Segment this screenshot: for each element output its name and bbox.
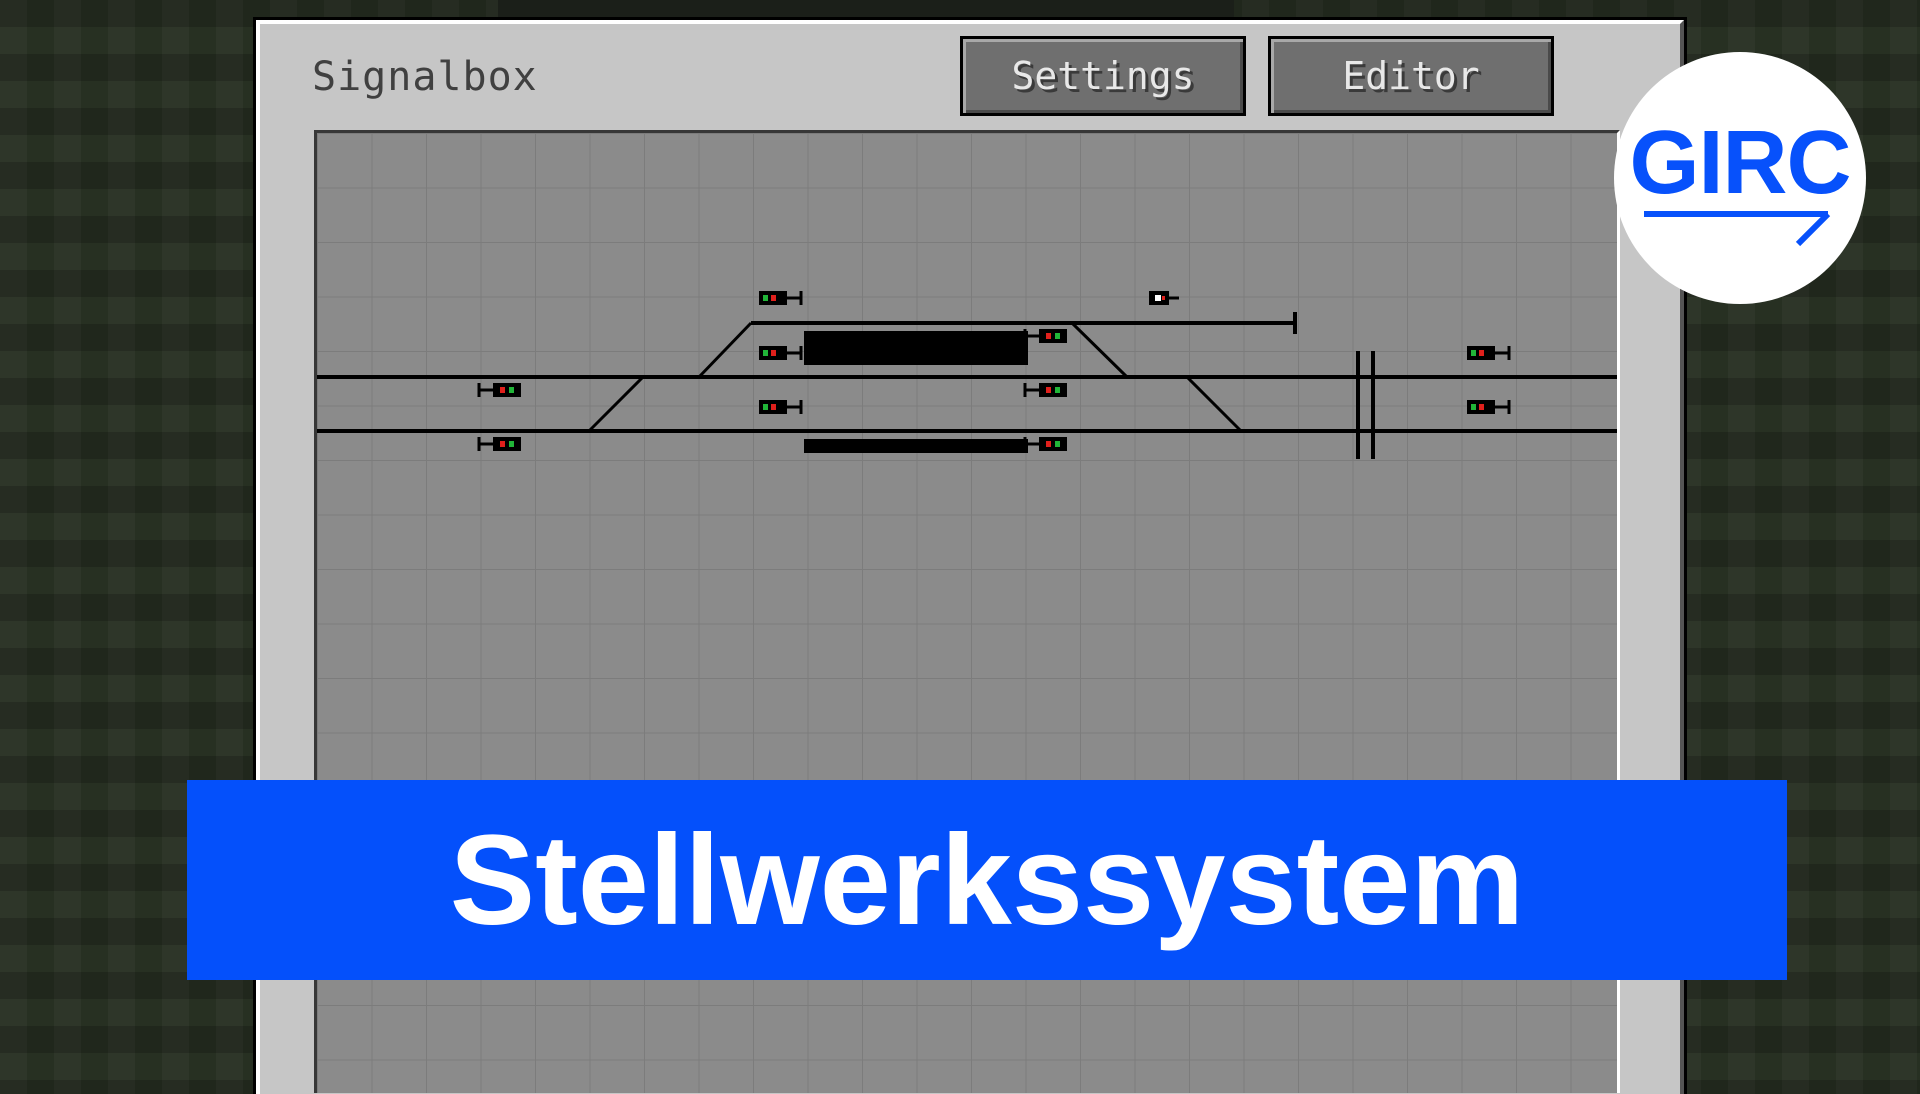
signal-platform-lower-east[interactable] xyxy=(1023,437,1067,451)
logo-text: GIRC xyxy=(1629,113,1852,213)
title-banner: Stellwerkssystem xyxy=(187,780,1787,980)
settings-button[interactable]: Settings xyxy=(960,36,1246,116)
platform-upper xyxy=(804,331,1028,365)
banner-title: Stellwerkssystem xyxy=(449,808,1525,952)
signal-east-lower[interactable] xyxy=(1467,400,1511,414)
switch-left-upper xyxy=(697,321,753,379)
signal-middle-west[interactable] xyxy=(759,400,803,414)
signal-platform-upper-east[interactable] xyxy=(1023,329,1067,343)
signal-shunt[interactable] xyxy=(1149,291,1179,305)
signal-west-entry-upper[interactable] xyxy=(477,383,521,397)
editor-button[interactable]: Editor xyxy=(1268,36,1554,116)
switch-right-lower xyxy=(1185,375,1243,433)
girc-logo: GIRC xyxy=(1614,52,1866,304)
top-dark-strip xyxy=(498,0,1234,18)
signal-platform-upper-west[interactable] xyxy=(759,346,803,360)
signal-upper-siding-west[interactable] xyxy=(759,291,803,305)
switch-left-lower xyxy=(587,375,645,433)
signal-west-entry-lower[interactable] xyxy=(477,437,521,451)
platform-lower xyxy=(804,439,1028,453)
arrow-icon xyxy=(1644,211,1831,247)
switch-right-upper xyxy=(1070,321,1129,379)
signal-middle-east[interactable] xyxy=(1023,383,1067,397)
signal-east-upper[interactable] xyxy=(1467,346,1511,360)
window-title: Signalbox xyxy=(312,54,538,100)
